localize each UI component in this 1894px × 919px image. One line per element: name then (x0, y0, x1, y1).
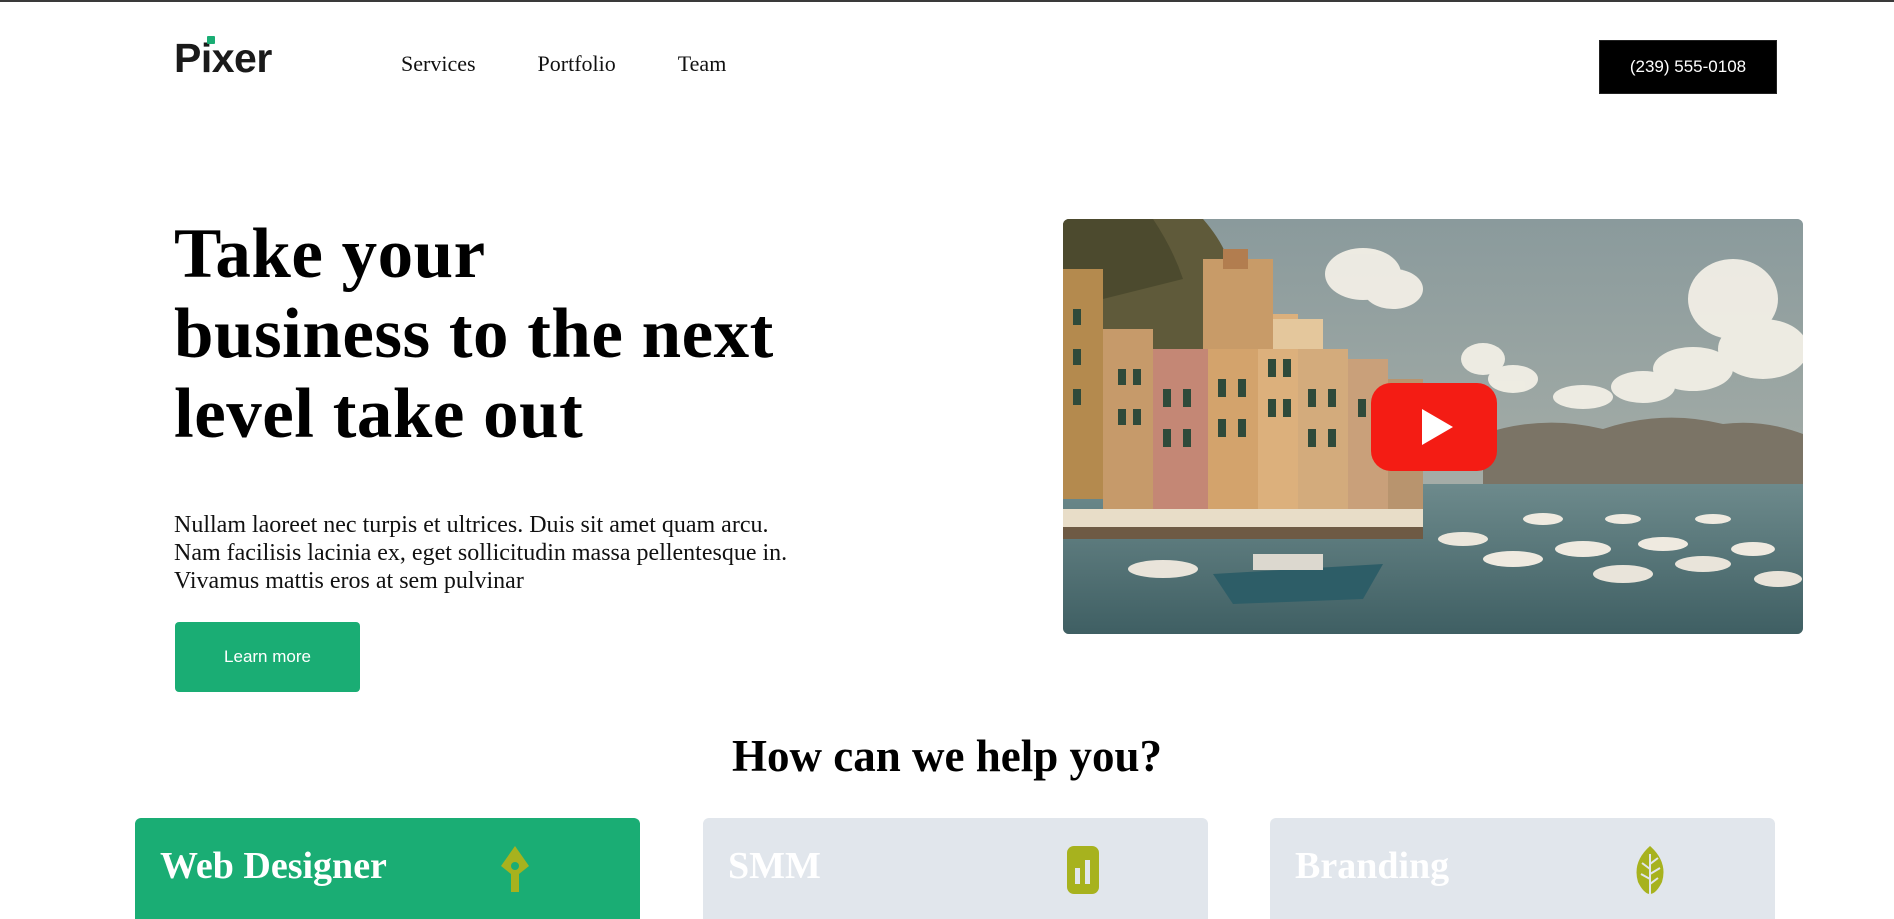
logo-dot (207, 36, 215, 44)
service-card-title: Web Designer (160, 845, 387, 887)
service-card-title: Branding (1295, 845, 1450, 887)
nav-team[interactable]: Team (678, 50, 727, 78)
pen-tool-icon (501, 846, 529, 892)
hero-title-line: level take out (174, 375, 584, 453)
logo[interactable]: Pixer (174, 34, 272, 81)
hero-description-line: Nam facilisis lacinia ex, eget sollicitu… (174, 540, 788, 566)
phone-chart-icon (1067, 846, 1099, 894)
section-title: How can we help you? (731, 731, 1163, 781)
phone-button[interactable]: (239) 555-0108 (1599, 40, 1777, 94)
hero-description-line: Vivamus mattis eros at sem pulvinar (174, 568, 524, 594)
hero-title-line: Take your (174, 215, 486, 293)
hero-description: Nullam laoreet nec turpis et ultrices. D… (174, 511, 854, 595)
video-thumbnail[interactable] (1063, 219, 1803, 634)
hero-title-line: business to the next (174, 295, 774, 373)
learn-more-button[interactable]: Learn more (175, 622, 360, 692)
main-nav: Services Portfolio Team (401, 50, 788, 78)
service-card-branding[interactable]: Branding (1270, 818, 1775, 919)
hero-description-line: Nullam laoreet nec turpis et ultrices. D… (174, 512, 769, 538)
service-card-smm[interactable]: SMM (703, 818, 1208, 919)
leaf-icon (1636, 846, 1664, 894)
play-triangle-icon (1421, 409, 1453, 445)
service-card-web-designer[interactable]: Web Designer (135, 818, 640, 919)
hero-title: Take your business to the next level tak… (174, 214, 854, 454)
service-card-title: SMM (728, 845, 821, 887)
logo-text: Pixer (174, 35, 272, 81)
nav-portfolio[interactable]: Portfolio (538, 50, 616, 78)
youtube-play-icon[interactable] (1371, 383, 1497, 471)
nav-services[interactable]: Services (401, 50, 476, 78)
top-border (0, 0, 1894, 2)
